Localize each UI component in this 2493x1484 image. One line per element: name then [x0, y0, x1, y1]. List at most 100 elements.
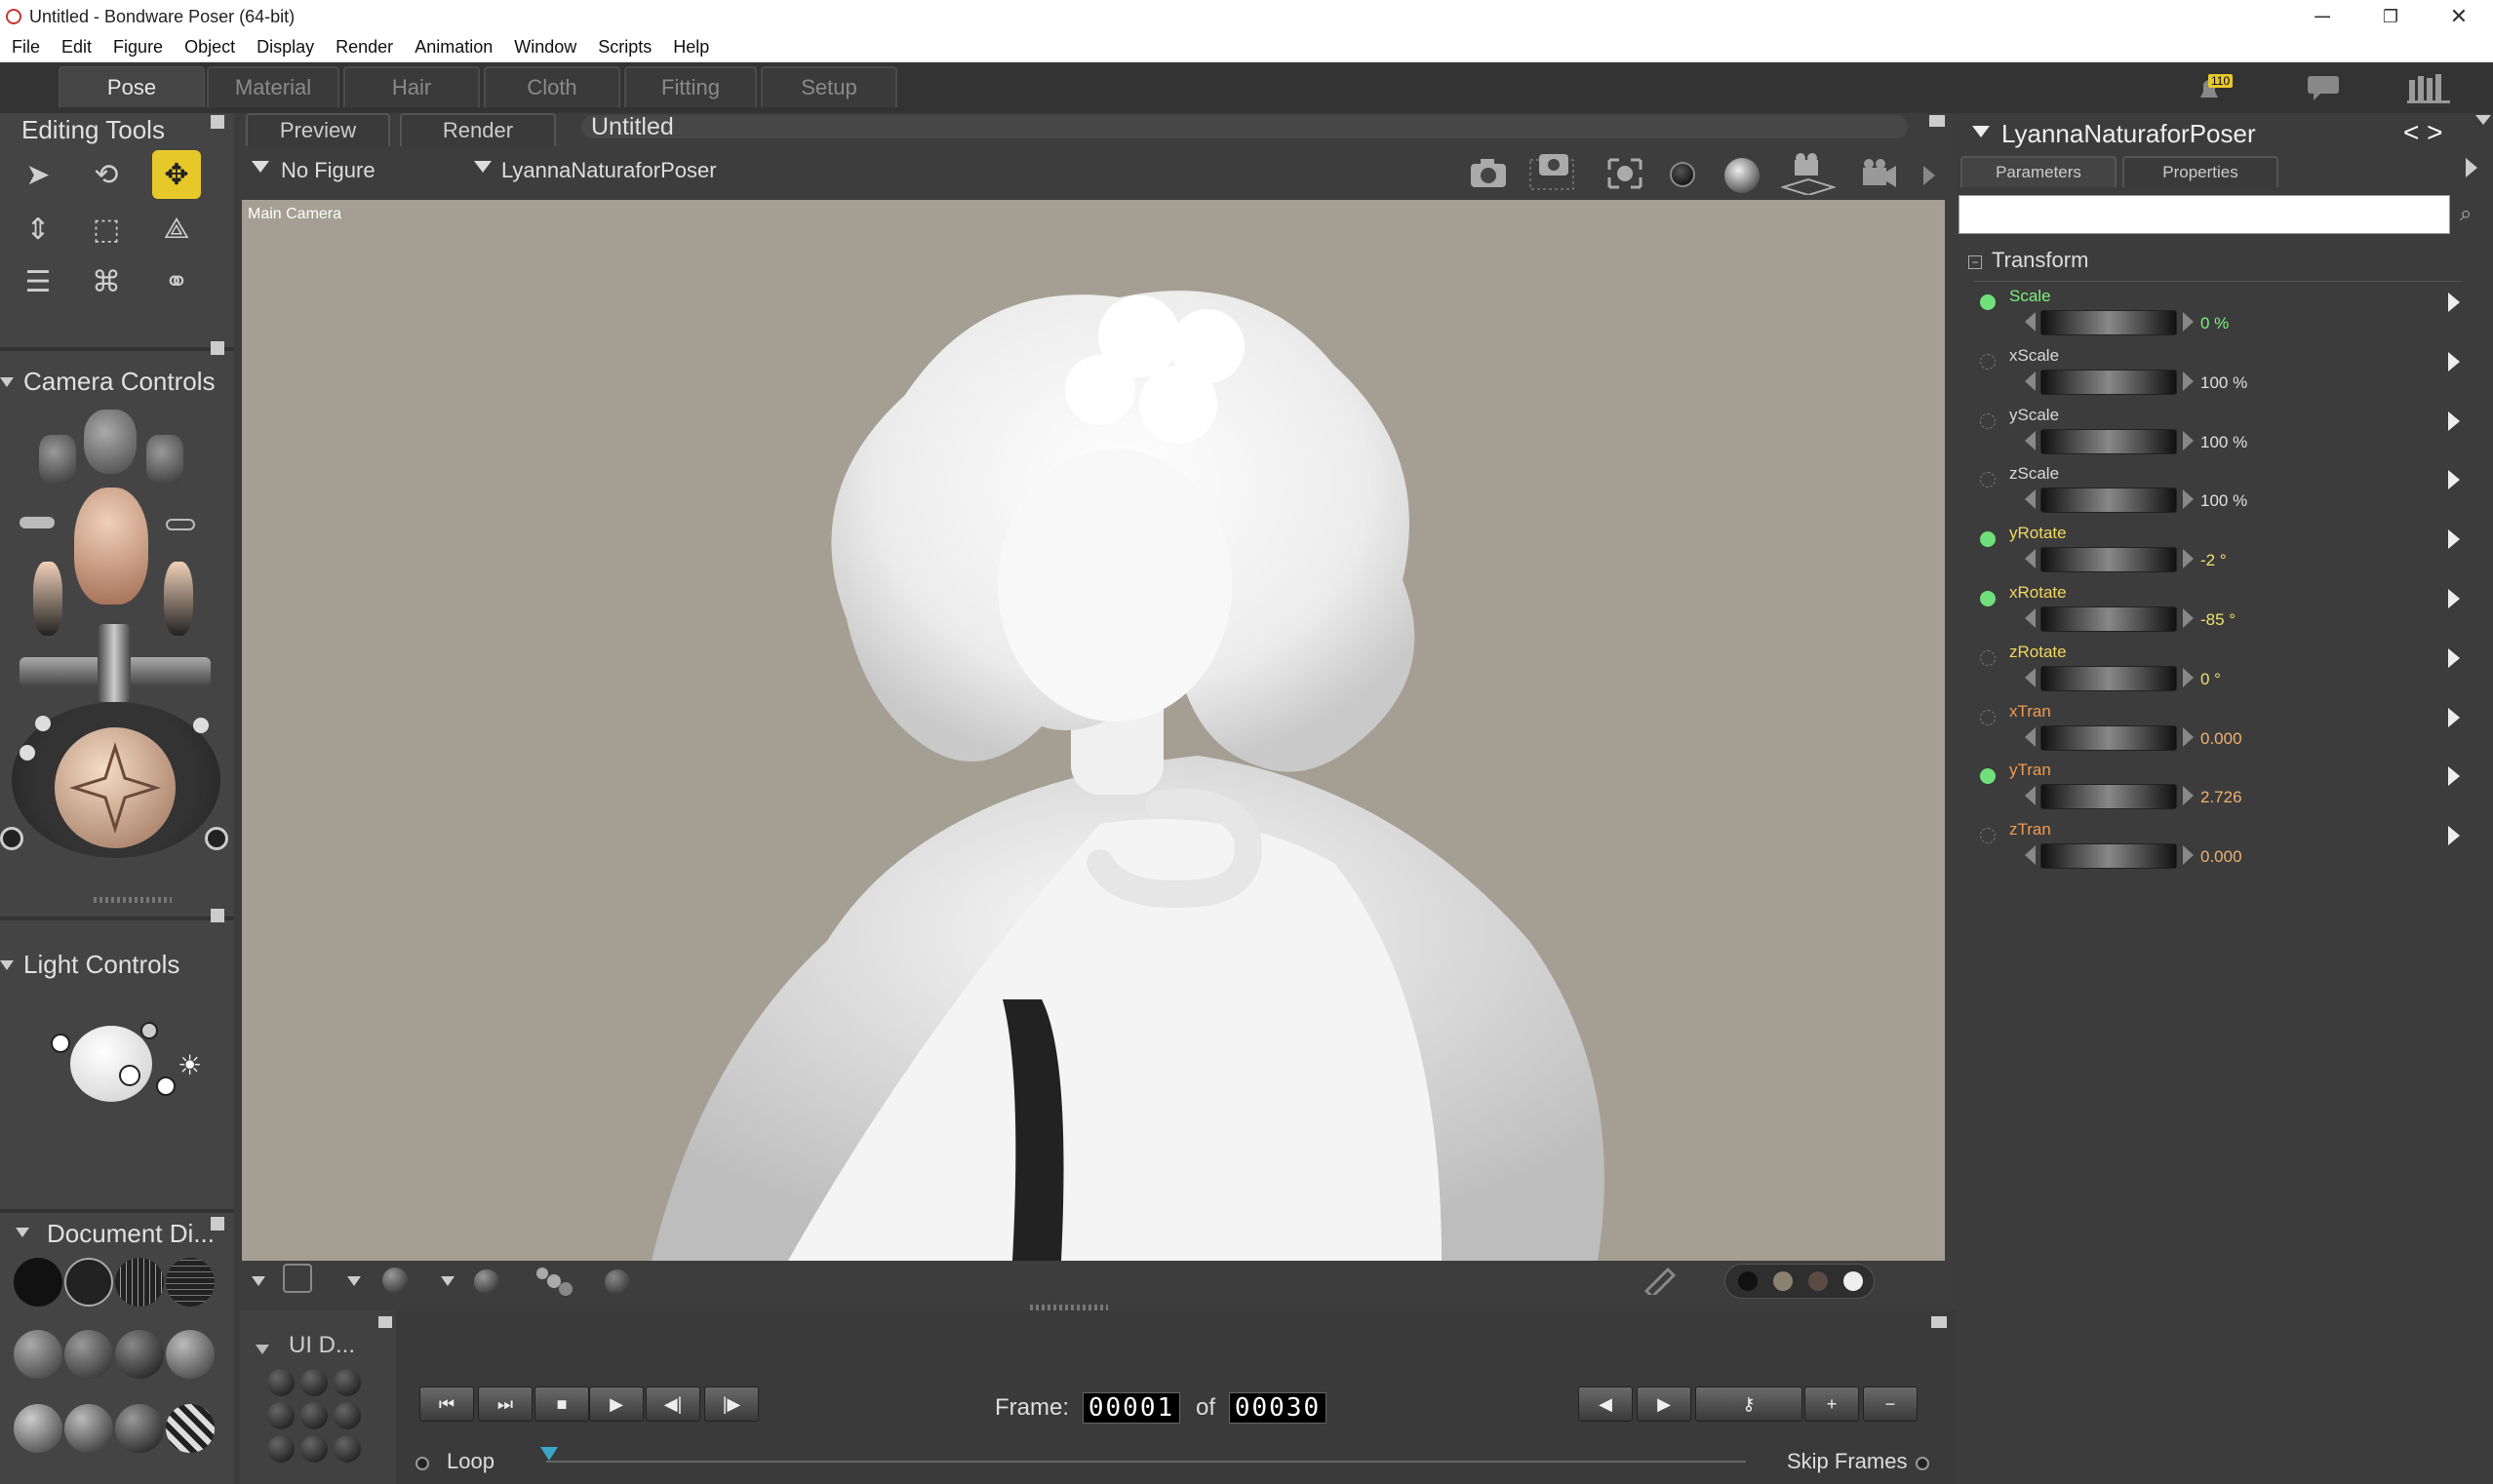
flat-shaded-style-icon[interactable] — [64, 1330, 113, 1379]
smooth-lined-style-icon[interactable] — [64, 1404, 113, 1453]
camera-render-region-icon[interactable] — [1529, 152, 1574, 191]
document-display-collapse[interactable] — [16, 1225, 29, 1242]
color-mode-light[interactable] — [1843, 1271, 1863, 1291]
decrement-arrow-icon[interactable] — [2025, 371, 2036, 391]
light-handle[interactable] — [51, 1034, 70, 1053]
decrement-arrow-icon[interactable] — [2025, 845, 2036, 866]
panel-menu-icon[interactable] — [211, 341, 224, 355]
decrement-arrow-icon[interactable] — [2025, 430, 2036, 450]
parameter-value[interactable]: 2.726 — [2200, 788, 2242, 807]
ui-dot[interactable] — [267, 1369, 295, 1396]
smooth-shaded-style-icon[interactable] — [14, 1404, 62, 1453]
actor-nav-arrows[interactable]: < > — [2403, 117, 2442, 148]
actor-selector-arrow[interactable] — [474, 160, 492, 177]
increment-arrow-icon[interactable] — [2183, 312, 2194, 332]
camera-dot[interactable] — [20, 745, 35, 761]
stop-button[interactable]: ■ — [534, 1386, 589, 1422]
parameter-keyed-indicator[interactable] — [1980, 591, 1996, 606]
group-collapse-icon[interactable]: − — [1968, 255, 1982, 269]
taper-tool-icon[interactable]: ☰ — [14, 257, 62, 306]
increment-arrow-icon[interactable] — [2183, 371, 2194, 391]
panel-menu-icon[interactable] — [211, 909, 224, 922]
menu-scripts[interactable]: Scripts — [598, 37, 652, 58]
parameter-expand-icon[interactable] — [2448, 293, 2460, 312]
menu-window[interactable]: Window — [514, 37, 576, 58]
light-handle[interactable] — [140, 1022, 158, 1039]
tab-render[interactable]: Render — [400, 113, 556, 146]
chain-break-icon[interactable]: ⌘ — [82, 257, 131, 306]
close-button[interactable]: ✕ — [2425, 0, 2493, 33]
right-hand-camera-icon[interactable] — [146, 435, 183, 484]
tab-hair[interactable]: Hair — [343, 66, 480, 107]
decrement-arrow-icon[interactable] — [2025, 667, 2036, 687]
cartoon-style-icon[interactable] — [166, 1330, 215, 1379]
parameter-expand-icon[interactable] — [2448, 647, 2460, 668]
next-key-button[interactable]: ▶ — [1637, 1386, 1691, 1422]
texture-shaded-style-icon[interactable] — [115, 1404, 164, 1453]
rotate-tool-icon[interactable]: ⟲ — [82, 150, 131, 199]
document-style-arrow[interactable] — [347, 1273, 361, 1291]
parameter-keyed-indicator[interactable] — [1980, 531, 1996, 548]
parameter-dial[interactable] — [2040, 547, 2177, 573]
maximize-button[interactable]: ❐ — [2356, 0, 2425, 33]
twist-tool-icon[interactable]: ⟁ — [152, 205, 201, 254]
ui-dots-collapse[interactable] — [256, 1342, 269, 1359]
decrement-arrow-icon[interactable] — [2025, 608, 2036, 628]
decrement-arrow-icon[interactable] — [2025, 786, 2036, 806]
ui-dot[interactable] — [300, 1369, 328, 1396]
panel-menu-icon[interactable] — [1931, 1316, 1947, 1328]
ruler-icon[interactable] — [1642, 1266, 1678, 1300]
camera-key-icon[interactable] — [20, 517, 55, 528]
3d-viewport[interactable]: Main Camera — [242, 200, 1945, 1261]
parameter-value[interactable]: 0 % — [2200, 314, 2229, 333]
parameter-keyed-indicator[interactable] — [1980, 709, 1996, 725]
parameter-expand-icon[interactable] — [2448, 589, 2460, 608]
translate-tool-icon[interactable]: ✥ — [152, 150, 201, 199]
face-camera-icon[interactable] — [84, 410, 137, 474]
decrement-arrow-icon[interactable] — [2025, 549, 2036, 569]
go-to-start-button[interactable]: ⏮ — [419, 1386, 474, 1422]
translate-in-out-icon[interactable]: ⇕ — [14, 205, 62, 254]
silhouette-style-icon[interactable] — [14, 1258, 62, 1307]
panel-grip[interactable] — [94, 897, 172, 903]
parameter-value[interactable]: -85 ° — [2200, 610, 2236, 630]
tracking-sphere-icon[interactable] — [605, 1269, 630, 1295]
tab-cloth[interactable]: Cloth — [484, 66, 620, 107]
ground-options-arrow[interactable] — [252, 1273, 265, 1291]
parameter-keyed-indicator[interactable] — [1980, 828, 1996, 844]
go-to-end-button[interactable]: ⏭ — [478, 1386, 533, 1422]
parameter-expand-icon[interactable] — [2448, 766, 2460, 787]
parameter-value[interactable]: 0 ° — [2200, 670, 2221, 689]
movie-camera-icon[interactable] — [1859, 156, 1898, 191]
parameter-expand-icon[interactable] — [2448, 707, 2460, 727]
left-hand-icon[interactable] — [33, 562, 62, 636]
camera-dot[interactable] — [35, 716, 51, 731]
ui-dot[interactable] — [267, 1402, 295, 1429]
parameter-keyed-indicator[interactable] — [1980, 353, 1996, 370]
camera-snapshot-icon[interactable] — [1469, 156, 1508, 191]
increment-arrow-icon[interactable] — [2183, 430, 2194, 450]
panel-menu-icon[interactable] — [378, 1316, 392, 1328]
camera-controls-collapse[interactable] — [0, 374, 14, 392]
figure-style-arrow[interactable] — [441, 1273, 455, 1291]
search-icon[interactable]: ⌕ — [2460, 201, 2472, 226]
light-sphere-icon[interactable] — [70, 1026, 152, 1102]
tab-setup[interactable]: Setup — [761, 66, 897, 107]
move-y-icon[interactable] — [98, 624, 131, 702]
trackball-icon[interactable] — [55, 727, 176, 848]
current-frame-field[interactable]: 00001 — [1083, 1392, 1180, 1424]
color-mode-tan[interactable] — [1773, 1271, 1793, 1291]
tab-pose[interactable]: Pose — [59, 66, 205, 107]
parameter-dial[interactable] — [2040, 724, 2177, 751]
figure-selector[interactable]: No Figure — [281, 158, 376, 183]
menu-figure[interactable]: Figure — [113, 37, 163, 58]
panel-menu-icon[interactable] — [2475, 115, 2491, 125]
panel-expand-icon[interactable] — [2466, 158, 2477, 177]
parameter-dial[interactable] — [2040, 843, 2177, 870]
increment-arrow-icon[interactable] — [2183, 726, 2194, 747]
wireframe-style-icon[interactable] — [115, 1258, 164, 1307]
right-hand-icon[interactable] — [164, 562, 193, 636]
menu-object[interactable]: Object — [184, 37, 235, 58]
menu-render[interactable]: Render — [336, 37, 393, 58]
main-camera-head-icon[interactable] — [74, 488, 148, 605]
